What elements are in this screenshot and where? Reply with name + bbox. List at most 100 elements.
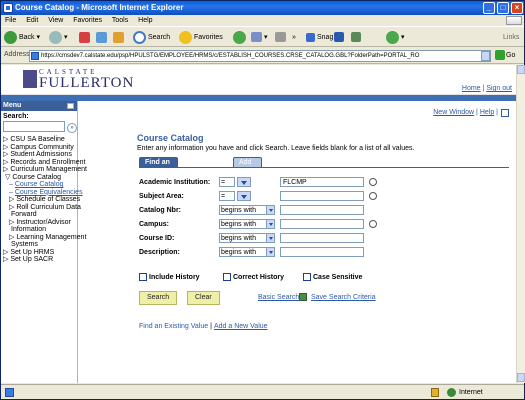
search-button[interactable]: Search (133, 30, 170, 45)
links-button[interactable]: Links (503, 30, 519, 45)
collapsed-triangle-icon: ▷ (3, 143, 9, 151)
campus-input[interactable] (280, 219, 364, 229)
editor-button[interactable] (351, 30, 363, 45)
main-panel: New Window | Help | Course Catalog Enter… (87, 109, 512, 379)
catalog-input[interactable] (280, 205, 364, 215)
menu-favorites[interactable]: Favorites (73, 17, 102, 24)
menu-help[interactable]: Help (138, 17, 152, 24)
menu-item[interactable]: ▷ Campus Community (1, 144, 77, 152)
tab-find-existing[interactable]: Find an Existing Value (139, 157, 179, 186)
page-icon (31, 52, 39, 60)
subject-operator-dropdown[interactable] (237, 191, 251, 201)
lookup-icon[interactable] (369, 192, 377, 200)
address-input[interactable]: https://cmsdev7.calstate.edu/psp/HPULSTG… (29, 50, 491, 62)
forward-arrow-icon (49, 30, 62, 44)
menu-item[interactable]: ▷ Instructor/Advisor (1, 219, 77, 227)
subject-operator[interactable]: = (219, 191, 235, 201)
csuf-logo: CALSTATE FULLERTON (23, 68, 133, 91)
favorites-button[interactable]: Favorites (179, 30, 223, 45)
go-button[interactable]: Go (495, 50, 515, 62)
menu-file[interactable]: File (5, 17, 16, 24)
menu-item[interactable]: ▷ Set Up HRMS (1, 249, 77, 257)
menu-item[interactable]: ▷ Student Admissions (1, 151, 77, 159)
subject-input[interactable] (280, 191, 364, 201)
signout-link[interactable]: Sign out (486, 85, 512, 92)
field-row-course-id: Course ID: begins with (139, 233, 364, 244)
menu-item[interactable]: ▷ CSU SA Baseline (1, 136, 77, 144)
back-button[interactable]: Back ▾ (4, 30, 40, 45)
menu-item[interactable]: Systems (1, 241, 77, 249)
history-button[interactable] (233, 30, 248, 45)
search-button-main[interactable]: Search (139, 291, 178, 305)
maximize-button[interactable]: □ (497, 2, 509, 14)
toolbar-overflow[interactable]: » (292, 30, 296, 45)
menu-edit[interactable]: Edit (26, 17, 38, 24)
menu-view[interactable]: View (48, 17, 63, 24)
print-page-icon[interactable] (501, 109, 509, 117)
menu-item[interactable]: Information (1, 226, 77, 234)
menu-item[interactable]: ▷ Schedule of Classes (1, 196, 80, 204)
field-row-description: Description: begins with (139, 247, 364, 258)
collapsed-triangle-icon: ▷ (9, 196, 15, 203)
minimize-button[interactable]: _ (483, 2, 495, 14)
new-window-link[interactable]: New Window (433, 109, 474, 116)
home-button[interactable] (113, 30, 126, 45)
collapsed-triangle-icon: ▷ (3, 136, 9, 143)
snagit-button[interactable]: SnagIt (306, 30, 337, 45)
include-history-checkbox[interactable]: Include History (139, 273, 200, 283)
address-dropdown[interactable] (481, 51, 490, 61)
menu-tools[interactable]: Tools (112, 17, 128, 24)
menu-search-input[interactable] (3, 121, 65, 132)
refresh-button[interactable] (96, 30, 109, 45)
forward-button[interactable]: ▾ (49, 30, 68, 45)
address-bar: Address https://cmsdev7.calstate.edu/psp… (1, 48, 524, 64)
correct-history-checkbox[interactable]: Correct History (223, 273, 284, 283)
institution-input[interactable]: FLCMP (280, 177, 364, 187)
go-arrow-icon (495, 50, 505, 61)
print-button[interactable] (275, 30, 288, 45)
snagit-icon (306, 32, 315, 42)
institution-operator[interactable]: = (219, 177, 235, 187)
menu-item[interactable]: ▷ Roll Curriculum Data (1, 203, 81, 212)
menu-item[interactable]: ▽ Course Catalog (1, 174, 77, 182)
menu-collapse-button[interactable] (67, 103, 74, 109)
scroll-up-arrow[interactable] (517, 65, 525, 74)
campus-operator[interactable]: begins with (219, 219, 275, 229)
messenger-button[interactable]: ▾ (386, 30, 405, 45)
course-id-input[interactable] (280, 233, 364, 243)
case-sensitive-checkbox[interactable]: Case Sensitive (303, 273, 362, 283)
basic-search-link[interactable]: Basic Search (258, 294, 299, 301)
description-operator[interactable]: begins with (219, 247, 275, 257)
menu-item[interactable]: – Course Equivalencies (1, 189, 83, 197)
collapsed-triangle-icon: ▷ (9, 203, 15, 211)
catalog-operator[interactable]: begins with (219, 205, 275, 215)
course-id-operator[interactable]: begins with (219, 233, 275, 243)
menu-item[interactable]: ▷ Learning Management (1, 234, 86, 242)
clear-button[interactable]: Clear (187, 291, 220, 305)
scroll-down-arrow[interactable] (517, 373, 525, 382)
mail-button[interactable]: ▾ (251, 30, 268, 45)
chevron-down-icon (241, 181, 247, 185)
close-button[interactable]: × (511, 2, 523, 14)
bottom-find-link[interactable]: Find an Existing Value (139, 323, 208, 330)
address-url: https://cmsdev7.calstate.edu/psp/HPULSTG… (41, 53, 420, 59)
menu-item[interactable]: ▷ Curriculum Management (1, 166, 87, 174)
institution-operator-dropdown[interactable] (237, 177, 251, 187)
home-link[interactable]: Home (462, 85, 481, 92)
bottom-add-link[interactable]: Add a New Value (214, 323, 268, 330)
help-link[interactable]: Help (480, 109, 494, 116)
tab-add-new[interactable]: Add a New Value (233, 157, 263, 196)
menu-item[interactable]: ▷ Set Up SACR (1, 256, 77, 264)
capture-button[interactable] (334, 30, 346, 45)
stop-button[interactable] (79, 30, 92, 45)
description-input[interactable] (280, 247, 364, 257)
lookup-icon[interactable] (369, 178, 377, 186)
menu-item[interactable]: Forward (1, 211, 77, 219)
menu-item[interactable]: – Course Catalog (1, 181, 77, 189)
menu-item[interactable]: ▷ Records and Enrollment (1, 159, 85, 167)
menu-search-go-button[interactable]: » (67, 123, 77, 133)
save-search-link[interactable]: Save Search Criteria (311, 294, 376, 301)
vertical-scrollbar[interactable] (516, 65, 525, 383)
lookup-icon[interactable] (369, 220, 377, 228)
lock-icon (431, 388, 439, 397)
